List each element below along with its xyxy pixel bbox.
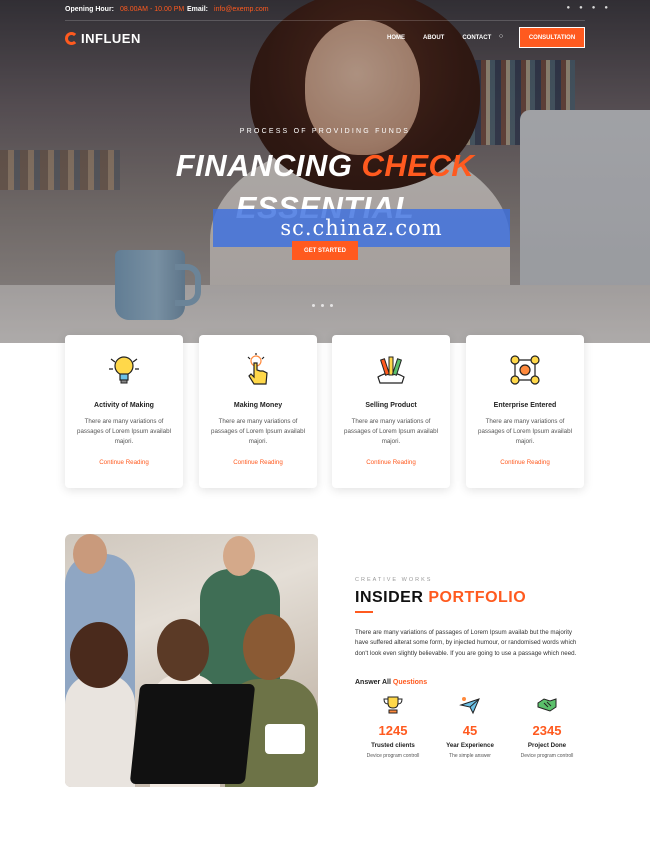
service-title: Enterprise Entered xyxy=(493,402,557,409)
touch-hand-icon xyxy=(247,353,268,385)
cup-image xyxy=(265,724,305,754)
main-nav: HOME ABOUT CONTACT xyxy=(387,35,491,41)
facebook-icon[interactable]: ● xyxy=(567,5,571,11)
trophy-icon xyxy=(383,696,403,714)
person-image xyxy=(157,619,209,681)
logo[interactable]: INFLUEN xyxy=(65,31,141,46)
stat-sub: Device program controll xyxy=(366,753,420,759)
section-title-word: INSIDER xyxy=(355,589,424,606)
nav-home[interactable]: HOME xyxy=(387,35,405,41)
service-card: Making Money There are many variations o… xyxy=(199,335,317,488)
top-info-bar: Opening Hour: 08.00AM - 10.00 PM Email: in… xyxy=(0,0,650,20)
answer-heading-word: Answer All xyxy=(355,679,391,686)
person-image xyxy=(73,534,107,574)
service-card: Enterprise Entered There are many variat… xyxy=(466,335,584,488)
continue-reading-link[interactable]: Continue Reading xyxy=(65,459,183,466)
opening-hours-label: Opening Hour: xyxy=(65,6,114,13)
section-description: There are many variations of passages of… xyxy=(355,629,577,657)
search-icon[interactable]: ○ xyxy=(497,33,505,41)
network-icon xyxy=(510,355,540,385)
pencils-icon xyxy=(377,356,405,384)
service-card: Selling Product There are many variation… xyxy=(332,335,450,488)
service-title: Activity of Making xyxy=(94,402,154,409)
email-link[interactable]: info@exemp.com xyxy=(214,6,269,13)
person-image xyxy=(70,622,128,688)
logo-mark-icon xyxy=(65,32,78,45)
section-kicker: CREATIVE WORKS xyxy=(355,577,433,583)
email-info: Email: info@exemp.com xyxy=(187,6,269,13)
stat-item: 1245 Trusted clients Device program cont… xyxy=(353,695,433,759)
stat-sub: The simple answer xyxy=(449,753,491,759)
service-card: Activity of Making There are many variat… xyxy=(65,335,183,488)
logo-text: INFLUEN xyxy=(81,31,141,46)
hero-title-word: FINANCING xyxy=(175,148,353,183)
stat-value: 1245 xyxy=(378,723,408,738)
service-desc: There are many variations of passages of… xyxy=(211,418,305,445)
hero-section: Opening Hour: 08.00AM - 10.00 PM Email: in… xyxy=(0,0,650,343)
handshake-icon xyxy=(537,698,557,712)
consultation-button[interactable]: CONSULTATION xyxy=(519,27,585,48)
stat-label: Project Done xyxy=(527,742,567,749)
opening-hours-value: 08.00AM - 10.00 PM xyxy=(120,6,185,13)
dribbble-icon[interactable]: ● xyxy=(592,5,596,11)
person-image xyxy=(65,674,135,787)
slider-dot[interactable] xyxy=(330,304,333,307)
continue-reading-link[interactable]: Continue Reading xyxy=(466,459,584,466)
answer-heading: Answer All Questions xyxy=(355,679,427,686)
nav-about[interactable]: ABOUT xyxy=(423,35,444,41)
opening-hours: Opening Hour: 08.00AM - 10.00 PM xyxy=(65,6,184,13)
stat-item: 45 Year Experience The simple answer xyxy=(430,695,510,759)
stat-value: 2345 xyxy=(532,723,562,738)
email-label: Email: xyxy=(187,6,209,13)
slider-dot[interactable] xyxy=(321,304,324,307)
nav-contact[interactable]: CONTACT xyxy=(462,35,491,41)
section-title-accent: PORTFOLIO xyxy=(428,589,527,606)
section-title: INSIDER PORTFOLIO xyxy=(355,589,526,607)
slider-dots xyxy=(312,304,333,307)
service-desc: There are many variations of passages of… xyxy=(478,418,572,445)
service-title: Making Money xyxy=(233,402,283,409)
divider xyxy=(65,20,585,21)
continue-reading-link[interactable]: Continue Reading xyxy=(199,459,317,466)
get-started-button[interactable]: GET STARTED xyxy=(292,241,358,260)
service-desc: There are many variations of passages of… xyxy=(77,418,171,445)
title-underline xyxy=(355,611,373,613)
answer-heading-accent: Questions xyxy=(392,679,428,686)
stat-label: Trusted clients xyxy=(371,742,415,749)
lightbulb-icon xyxy=(109,356,139,384)
plane-icon xyxy=(459,697,480,715)
person-image xyxy=(223,536,255,576)
stat-label: Year Experience xyxy=(446,742,494,749)
laptop-image xyxy=(129,684,256,784)
service-title: Selling Product xyxy=(365,402,417,409)
slider-dot[interactable] xyxy=(312,304,315,307)
service-desc: There are many variations of passages of… xyxy=(344,418,438,445)
person-image xyxy=(243,614,295,680)
hero-title-line1: FINANCING CHECK xyxy=(0,148,650,184)
continue-reading-link[interactable]: Continue Reading xyxy=(332,459,450,466)
stat-item: 2345 Project Done Device program control… xyxy=(507,695,587,759)
social-links: ● ● ● ● xyxy=(567,5,609,11)
hero-kicker: PROCESS OF PROVIDING FUNDS xyxy=(239,128,411,135)
instagram-icon[interactable]: ● xyxy=(604,5,608,11)
hero-title-accent: CHECK xyxy=(361,148,475,183)
watermark-banner: sc.chinaz.com xyxy=(213,209,510,247)
stat-sub: Device program controll xyxy=(520,753,574,759)
team-photo xyxy=(65,534,318,787)
stat-value: 45 xyxy=(462,723,478,738)
twitter-icon[interactable]: ● xyxy=(579,5,583,11)
